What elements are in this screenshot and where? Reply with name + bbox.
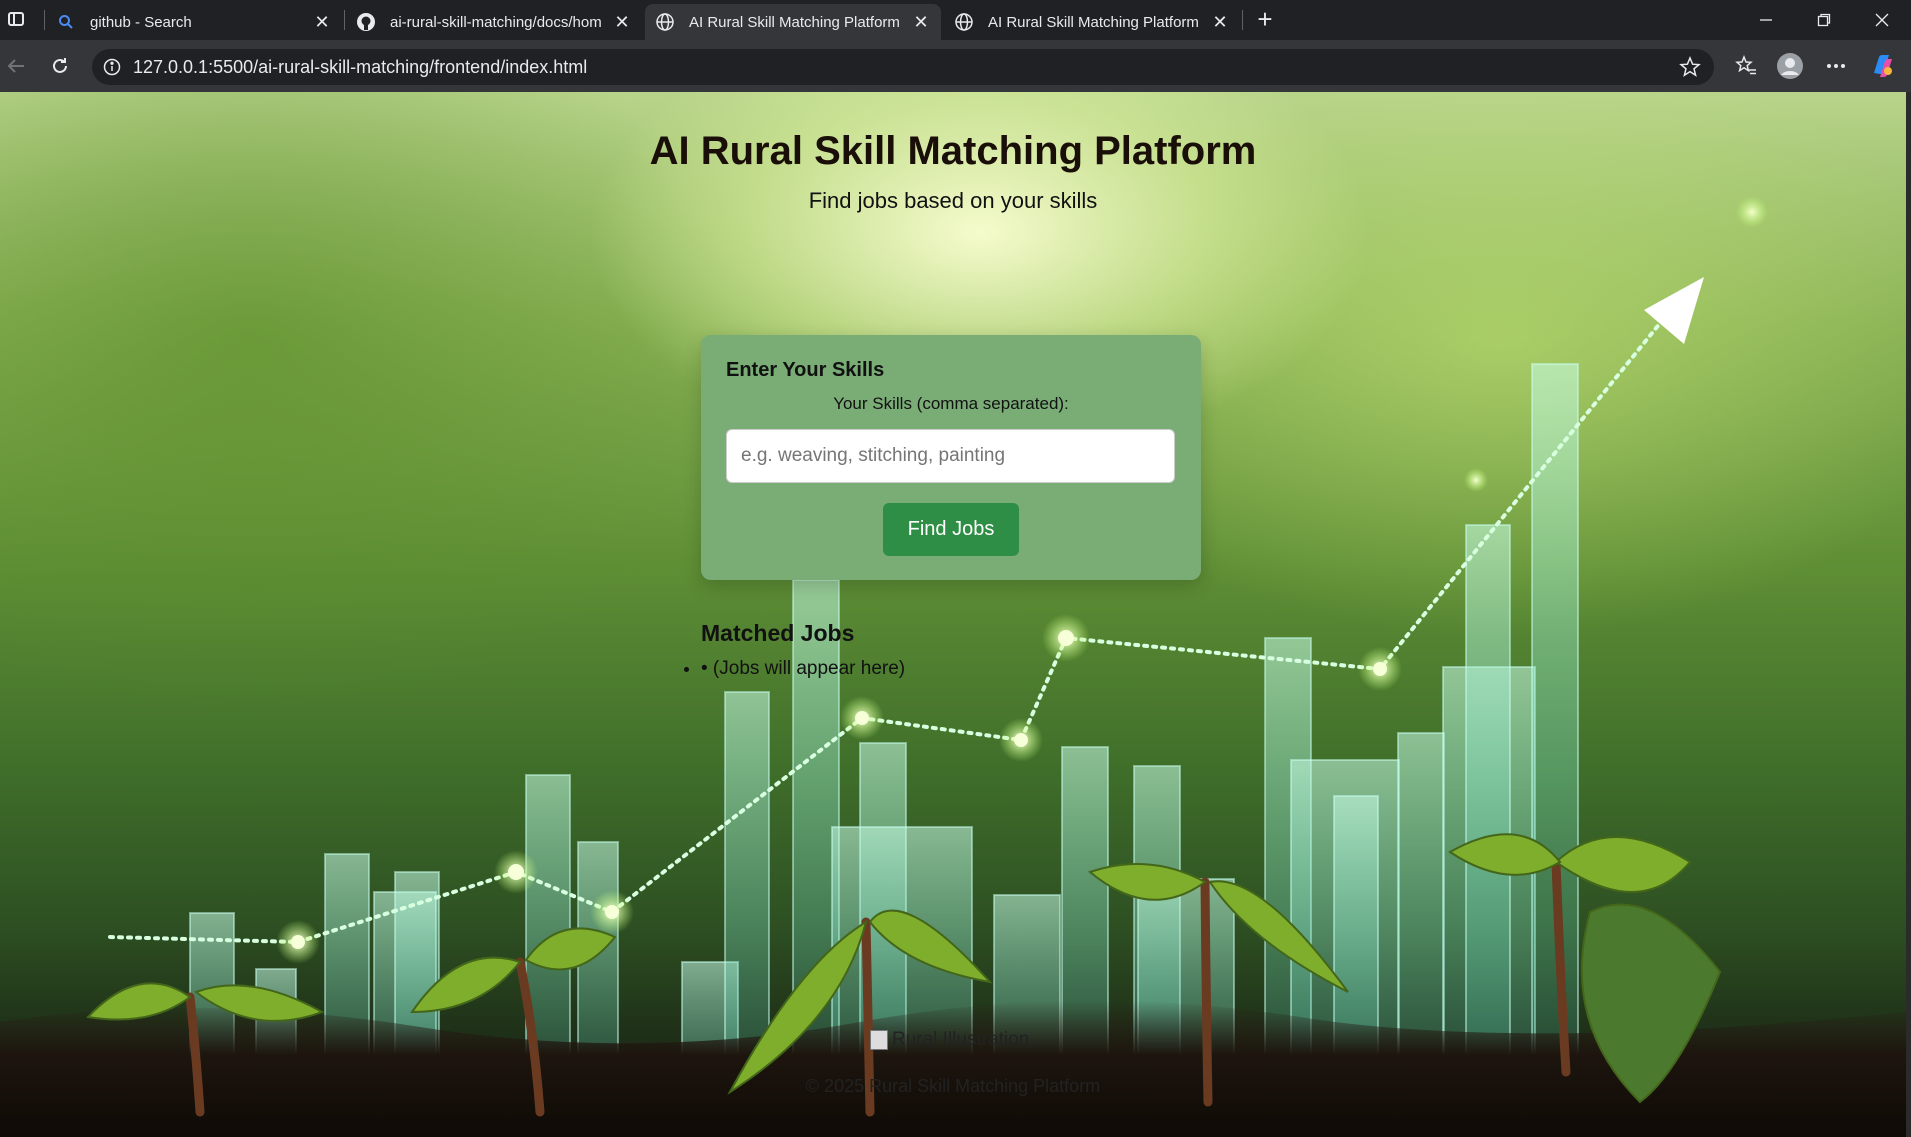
browser-toolbar: 127.0.0.1:5500/ai-rural-skill-matching/f… <box>0 40 1911 92</box>
tab-divider <box>1242 10 1243 30</box>
new-tab-button[interactable]: + <box>1251 6 1279 34</box>
background-illustration <box>0 196 1906 1137</box>
address-bar[interactable]: 127.0.0.1:5500/ai-rural-skill-matching/f… <box>92 49 1714 85</box>
tab-github-repo[interactable]: ai-rural-skill-matching/docs/hom ✕ <box>346 4 642 40</box>
jobs-list: • (Jobs will appear here) <box>701 658 905 680</box>
github-icon <box>356 12 376 32</box>
tab-title: github - Search <box>90 13 192 31</box>
image-alt-text: Rural Illustration <box>892 1029 1030 1050</box>
tab-github-search[interactable]: github - Search ✕ <box>46 4 342 40</box>
favorites-icon[interactable] <box>1732 52 1760 80</box>
globe-icon <box>655 12 675 32</box>
tab-bar: github - Search ✕ ai-rural-skill-matchin… <box>0 0 1911 40</box>
tab-divider <box>344 10 345 30</box>
page-viewport: AI Rural Skill Matching Platform Find jo… <box>0 92 1906 1137</box>
skills-form-card: Enter Your Skills Your Skills (comma sep… <box>701 335 1201 580</box>
tab-platform[interactable]: AI Rural Skill Matching Platform ✕ <box>944 4 1240 40</box>
page-subtitle: Find jobs based on your skills <box>808 188 1098 213</box>
skills-input[interactable] <box>726 429 1175 483</box>
more-options-icon[interactable] <box>1822 52 1850 80</box>
site-info-icon[interactable] <box>101 56 123 78</box>
profile-avatar-icon[interactable] <box>1776 52 1804 80</box>
skills-card-heading: Enter Your Skills <box>726 359 885 381</box>
minimize-icon[interactable] <box>1746 6 1786 34</box>
back-arrow-icon[interactable] <box>2 52 30 80</box>
close-window-icon[interactable] <box>1862 6 1902 34</box>
list-item: • (Jobs will appear here) <box>701 658 905 680</box>
close-icon[interactable]: ✕ <box>911 12 931 32</box>
skills-input-label: Your Skills (comma separated): <box>833 394 1069 413</box>
page-title: AI Rural Skill Matching Platform <box>649 129 1257 173</box>
footer-copyright: © 2025 Rural Skill Matching Platform <box>805 1076 1101 1096</box>
url-text[interactable]: 127.0.0.1:5500/ai-rural-skill-matching/f… <box>133 57 1676 78</box>
matched-jobs-heading: Matched Jobs <box>701 620 855 646</box>
scrollbar[interactable] <box>1906 92 1911 1137</box>
copilot-icon[interactable] <box>1868 52 1896 80</box>
rural-illustration-image: Rural Illustration <box>870 1029 1029 1051</box>
tab-actions-icon[interactable] <box>4 8 28 32</box>
restore-icon[interactable] <box>1804 6 1844 34</box>
favorite-star-icon[interactable] <box>1676 53 1704 81</box>
tab-divider <box>44 10 45 30</box>
tab-title: AI Rural Skill Matching Platform <box>689 13 900 31</box>
tab-title: AI Rural Skill Matching Platform <box>988 13 1199 31</box>
close-icon[interactable]: ✕ <box>612 12 632 32</box>
find-jobs-button[interactable]: Find Jobs <box>883 503 1019 556</box>
close-icon[interactable]: ✕ <box>312 12 332 32</box>
search-icon <box>56 12 76 32</box>
globe-icon <box>954 12 974 32</box>
tab-active-platform[interactable]: AI Rural Skill Matching Platform ✕ <box>645 4 941 40</box>
close-icon[interactable]: ✕ <box>1210 12 1230 32</box>
reload-icon[interactable] <box>46 52 74 80</box>
tab-title: ai-rural-skill-matching/docs/hom <box>390 13 602 31</box>
broken-image-icon <box>870 1030 888 1050</box>
